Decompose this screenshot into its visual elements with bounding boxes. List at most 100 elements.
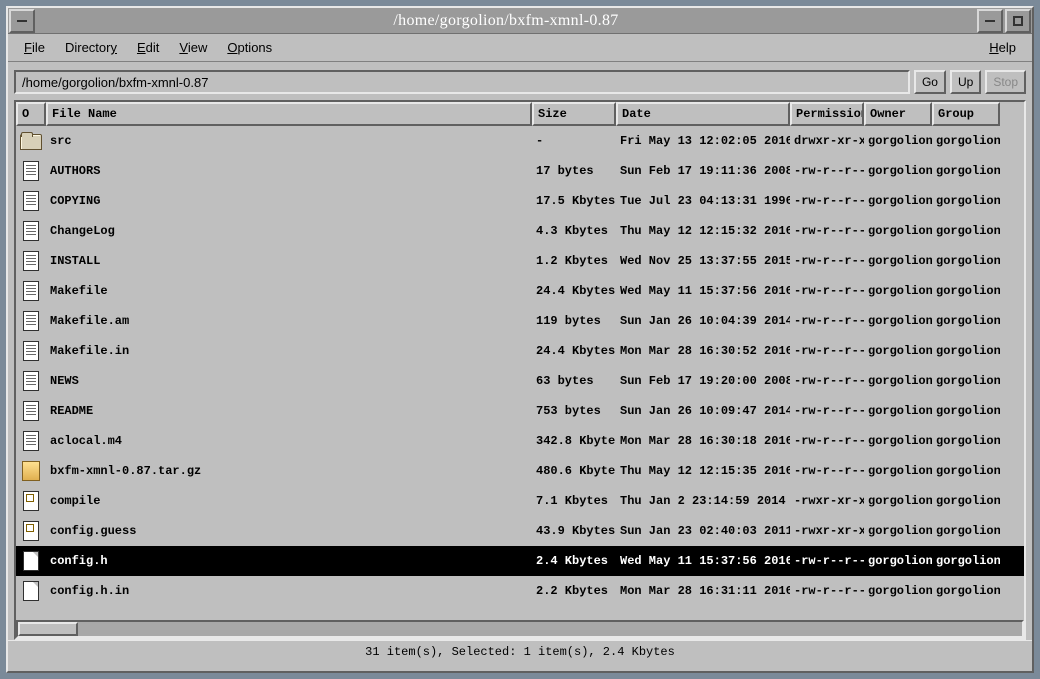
file-permission: -rw-r--r-- [790,254,864,268]
table-row[interactable]: README753 bytesSun Jan 26 10:09:47 2014-… [16,396,1024,426]
file-owner: gorgolion [864,374,932,388]
file-name: COPYING [46,194,532,208]
file-size: - [532,134,616,148]
file-name: Makefile.am [46,314,532,328]
titlebar[interactable]: /home/gorgolion/bxfm-xmnl-0.87 [8,8,1032,34]
horizontal-scrollbar[interactable] [16,620,1024,638]
doc-icon [23,161,39,181]
minimize-button[interactable] [977,9,1003,33]
doc-icon [23,251,39,271]
table-row[interactable]: config.guess43.9 KbytesSun Jan 23 02:40:… [16,516,1024,546]
file-owner: gorgolion [864,344,932,358]
file-group: gorgolion [932,554,1000,568]
table-row[interactable]: Makefile.in24.4 KbytesMon Mar 28 16:30:5… [16,336,1024,366]
file-permission: -rw-r--r-- [790,164,864,178]
file-permission: -rw-r--r-- [790,554,864,568]
table-row[interactable]: aclocal.m4342.8 KbyteMon Mar 28 16:30:18… [16,426,1024,456]
file-owner: gorgolion [864,314,932,328]
file-group: gorgolion [932,194,1000,208]
col-header-owner[interactable]: Owner [864,102,932,126]
table-row[interactable]: src-Fri May 13 12:02:05 2016drwxr-xr-xgo… [16,126,1024,156]
file-owner: gorgolion [864,194,932,208]
file-owner: gorgolion [864,284,932,298]
statusbar: 31 item(s), Selected: 1 item(s), 2.4 Kby… [8,640,1032,662]
file-name: INSTALL [46,254,532,268]
table-row[interactable]: COPYING17.5 KbytesTue Jul 23 04:13:31 19… [16,186,1024,216]
menu-view[interactable]: View [169,36,217,59]
menu-options[interactable]: Options [217,36,282,59]
go-button[interactable]: Go [914,70,946,94]
table-row[interactable]: bxfm-xmnl-0.87.tar.gz480.6 KbyteThu May … [16,456,1024,486]
file-permission: -rw-r--r-- [790,344,864,358]
table-row[interactable]: config.h.in2.2 KbytesMon Mar 28 16:31:11… [16,576,1024,606]
file-group: gorgolion [932,224,1000,238]
file-name: Makefile.in [46,344,532,358]
table-row[interactable]: Makefile24.4 KbytesWed May 11 15:37:56 2… [16,276,1024,306]
dash-icon [17,20,27,22]
file-owner: gorgolion [864,524,932,538]
file-date: Wed May 11 15:37:56 2016 [616,284,790,298]
file-date: Mon Mar 28 16:31:11 2016 [616,584,790,598]
menu-edit[interactable]: Edit [127,36,169,59]
pathbar: Go Up Stop [8,62,1032,100]
file-name: aclocal.m4 [46,434,532,448]
doc-icon [23,221,39,241]
folder-icon [20,134,42,150]
file-size: 753 bytes [532,404,616,418]
table-row[interactable]: INSTALL1.2 KbytesWed Nov 25 13:37:55 201… [16,246,1024,276]
file-size: 24.4 Kbytes [532,344,616,358]
file-group: gorgolion [932,494,1000,508]
file-name: config.guess [46,524,532,538]
file-date: Fri May 13 12:02:05 2016 [616,134,790,148]
window-title: /home/gorgolion/bxfm-xmnl-0.87 [36,12,976,30]
file-group: gorgolion [932,584,1000,598]
table-row[interactable]: AUTHORS17 bytesSun Feb 17 19:11:36 2008-… [16,156,1024,186]
col-header-o[interactable]: O [16,102,46,126]
table-body[interactable]: src-Fri May 13 12:02:05 2016drwxr-xr-xgo… [16,126,1024,620]
file-size: 2.4 Kbytes [532,554,616,568]
file-group: gorgolion [932,344,1000,358]
col-header-group[interactable]: Group [932,102,1000,126]
up-button[interactable]: Up [950,70,981,94]
col-header-date[interactable]: Date [616,102,790,126]
file-group: gorgolion [932,134,1000,148]
file-owner: gorgolion [864,254,932,268]
file-owner: gorgolion [864,434,932,448]
col-header-name[interactable]: File Name [46,102,532,126]
table-row[interactable]: Makefile.am119 bytesSun Jan 26 10:04:39 … [16,306,1024,336]
file-owner: gorgolion [864,584,932,598]
path-input[interactable] [14,70,910,94]
table-row[interactable]: ChangeLog4.3 KbytesThu May 12 12:15:32 2… [16,216,1024,246]
scrollbar-thumb[interactable] [18,622,78,636]
file-group: gorgolion [932,404,1000,418]
stop-button[interactable]: Stop [985,70,1026,94]
menubar: File Directory Edit View Options Help [8,34,1032,62]
table-header: O File Name Size Date Permission Owner G… [16,102,1024,126]
file-size: 7.1 Kbytes [532,494,616,508]
col-header-size[interactable]: Size [532,102,616,126]
file-permission: -rw-r--r-- [790,374,864,388]
file-date: Thu May 12 12:15:32 2016 [616,224,790,238]
table-row[interactable]: compile7.1 KbytesThu Jan 2 23:14:59 2014… [16,486,1024,516]
file-date: Thu May 12 12:15:35 2016 [616,464,790,478]
file-size: 24.4 Kbytes [532,284,616,298]
col-header-permission[interactable]: Permission [790,102,864,126]
maximize-button[interactable] [1005,9,1031,33]
doc-icon [23,311,39,331]
table-row[interactable]: NEWS63 bytesSun Feb 17 19:20:00 2008-rw-… [16,366,1024,396]
file-size: 43.9 Kbytes [532,524,616,538]
file-group: gorgolion [932,254,1000,268]
menu-directory[interactable]: Directory [55,36,127,59]
file-owner: gorgolion [864,464,932,478]
menu-help[interactable]: Help [979,36,1026,59]
file-date: Wed Nov 25 13:37:55 2015 [616,254,790,268]
table-row[interactable]: config.h2.4 KbytesWed May 11 15:37:56 20… [16,546,1024,576]
file-permission: -rw-r--r-- [790,224,864,238]
menu-file[interactable]: File [14,36,55,59]
archive-icon [22,461,40,481]
window-menu-button[interactable] [9,9,35,33]
file-owner: gorgolion [864,554,932,568]
plain-icon [23,551,39,571]
file-size: 63 bytes [532,374,616,388]
file-size: 119 bytes [532,314,616,328]
